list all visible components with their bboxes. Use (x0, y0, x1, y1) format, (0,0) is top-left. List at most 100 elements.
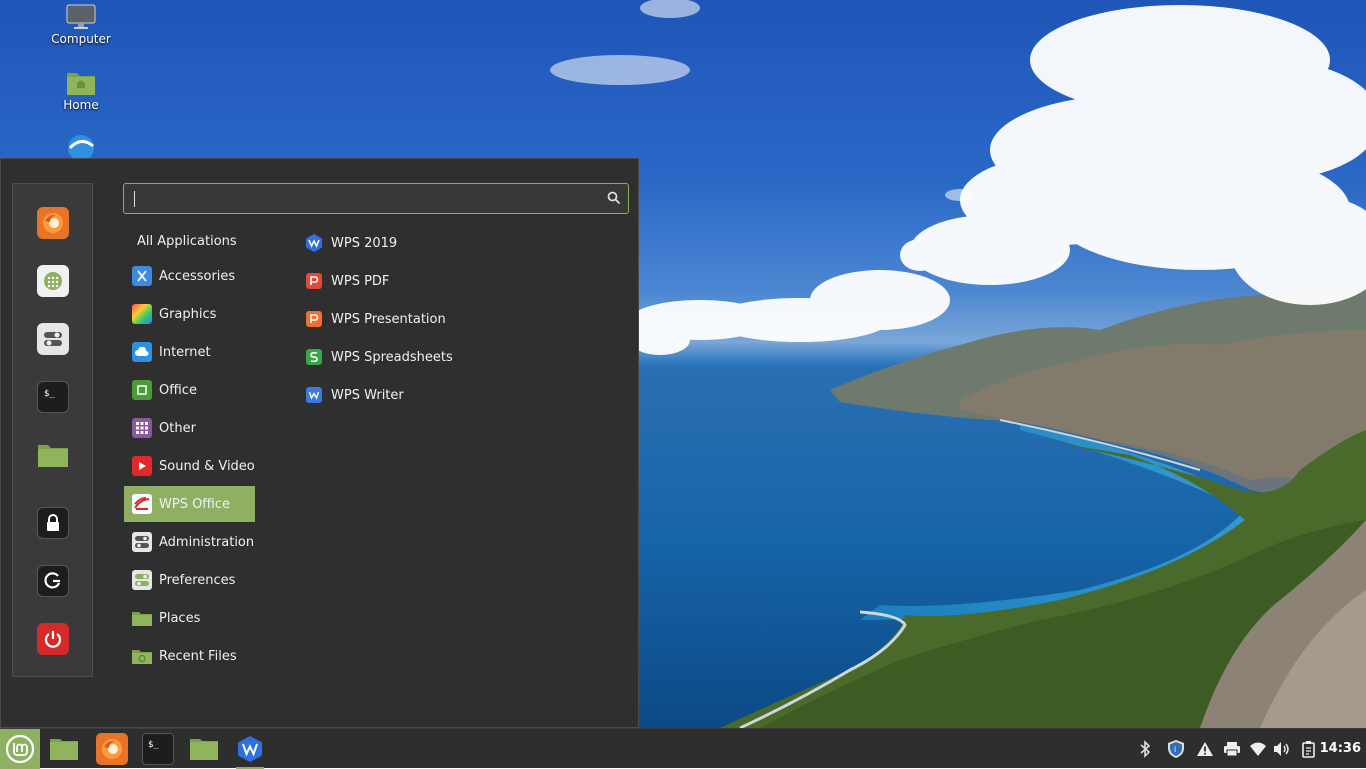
sound-video-icon (132, 456, 152, 476)
favorite-quit[interactable] (37, 623, 69, 655)
category-label: Office (159, 382, 197, 398)
desktop-icon-computer[interactable]: Computer (36, 4, 126, 46)
clock[interactable]: 14:36 (1320, 741, 1361, 756)
app-icon (68, 135, 94, 160)
category-places[interactable]: Places (124, 600, 255, 636)
printer-icon (1224, 742, 1240, 757)
app-wps-writer[interactable]: WPS Writer (304, 377, 404, 413)
app-label: WPS PDF (331, 273, 390, 289)
category-accessories[interactable]: Accessories (124, 258, 255, 294)
category-label: Places (159, 610, 201, 626)
wifi-icon (1250, 742, 1266, 756)
task-show-desktop[interactable] (48, 733, 80, 765)
places-icon (132, 608, 152, 628)
computer-icon (66, 4, 96, 29)
app-wps-presentation[interactable]: WPS Presentation (304, 301, 446, 337)
mint-logo-icon (5, 734, 35, 764)
desktop-icon-app[interactable] (36, 134, 126, 160)
tray-update-manager[interactable]: i (1166, 739, 1186, 759)
wps-spreadsheets-icon (304, 347, 324, 367)
favorite-firefox[interactable] (37, 207, 69, 239)
task-files[interactable] (188, 733, 220, 765)
category-label: Other (159, 420, 196, 436)
app-label: WPS Writer (331, 387, 404, 403)
task-firefox[interactable] (96, 733, 128, 765)
home-folder-icon (67, 73, 95, 95)
category-all-applications[interactable]: All Applications (124, 223, 255, 259)
search-input[interactable] (123, 183, 629, 214)
category-recent-files[interactable]: Recent Files (124, 638, 255, 674)
bluetooth-icon (1140, 740, 1151, 758)
favorite-log-out[interactable] (37, 565, 69, 597)
volume-icon (1274, 742, 1289, 756)
wps-pdf-icon (304, 271, 324, 291)
category-wps-office[interactable]: WPS Office (124, 486, 255, 522)
app-label: WPS Presentation (331, 311, 446, 327)
category-office[interactable]: Office (124, 372, 255, 408)
recent-files-icon (132, 646, 152, 666)
category-label: Graphics (159, 306, 217, 322)
category-other[interactable]: Other (124, 410, 255, 446)
lock-icon (47, 514, 59, 531)
task-wps-2019[interactable] (234, 733, 266, 769)
wps-2019-icon (304, 233, 324, 253)
administration-icon (132, 532, 152, 552)
favorite-files[interactable] (37, 439, 69, 471)
tray-wifi[interactable] (1248, 739, 1268, 759)
shield-icon: i (1168, 740, 1184, 758)
category-preferences[interactable]: Preferences (124, 562, 255, 598)
favorite-software-manager[interactable] (37, 265, 69, 297)
category-internet[interactable]: Internet (124, 334, 255, 370)
category-label: Sound & Video (159, 458, 255, 474)
office-icon (132, 380, 152, 400)
terminal-icon: $_ (148, 740, 159, 750)
tray-warning[interactable] (1195, 739, 1215, 759)
task-terminal[interactable]: $_ (142, 733, 174, 765)
tray-clipboard[interactable] (1299, 739, 1319, 759)
tray-volume[interactable] (1272, 739, 1292, 759)
logout-icon (44, 572, 61, 589)
app-wps-spreadsheets[interactable]: WPS Spreadsheets (304, 339, 453, 375)
category-label: Preferences (159, 572, 236, 588)
folder-icon (190, 739, 218, 760)
terminal-icon: $_ (44, 389, 55, 399)
app-label: WPS Spreadsheets (331, 349, 453, 365)
menu-button[interactable] (0, 729, 40, 769)
app-wps-pdf[interactable]: WPS PDF (304, 263, 389, 299)
tray-printer[interactable] (1222, 739, 1242, 759)
app-label: WPS 2019 (331, 235, 398, 251)
favorite-terminal[interactable]: $_ (37, 381, 69, 413)
category-label: Recent Files (159, 648, 237, 664)
desktop-icon-label: Home (63, 98, 99, 112)
category-administration[interactable]: Administration (124, 524, 255, 560)
power-icon (44, 631, 62, 648)
favorite-system-settings[interactable] (37, 323, 69, 355)
category-label: All Applications (137, 233, 237, 249)
wps-presentation-icon (304, 309, 324, 329)
wps-icon (238, 736, 262, 762)
desktop-icon-label: Computer (51, 32, 111, 46)
firefox-icon (43, 213, 63, 233)
preferences-icon (132, 570, 152, 590)
clipboard-icon (1302, 741, 1315, 758)
category-sound-video[interactable]: Sound & Video (124, 448, 255, 484)
search-icon[interactable] (607, 191, 621, 205)
desktop-icon-home[interactable]: Home (36, 68, 126, 112)
app-wps-2019[interactable]: WPS 2019 (304, 225, 397, 261)
wps-office-icon (132, 494, 152, 514)
taskbar-panel: $_ i 14:36 (0, 728, 1366, 769)
wps-writer-icon (304, 385, 324, 405)
category-label: Administration (159, 534, 255, 550)
category-graphics[interactable]: Graphics (124, 296, 255, 332)
other-icon (132, 418, 152, 438)
category-label: WPS Office (159, 496, 231, 512)
favorites-sidebar: $_ (12, 183, 93, 677)
folder-icon (38, 445, 68, 467)
graphics-icon (132, 304, 152, 324)
favorite-lock-screen[interactable] (37, 507, 69, 539)
svg-text:i: i (1174, 745, 1176, 754)
accessories-icon (132, 266, 152, 286)
warning-icon (1197, 742, 1213, 756)
tray-bluetooth[interactable] (1135, 739, 1155, 759)
settings-icon (44, 332, 62, 346)
